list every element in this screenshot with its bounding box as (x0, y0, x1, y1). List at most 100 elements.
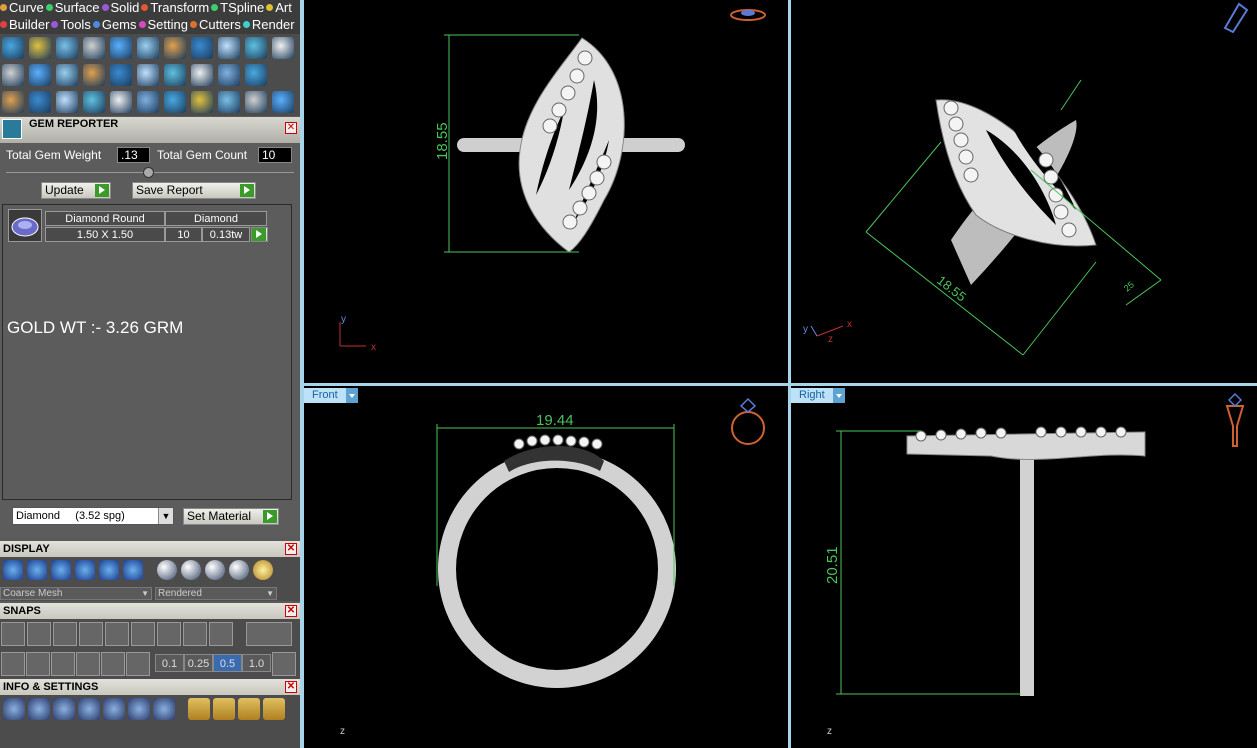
viewport-perspective[interactable]: 18.55 25 y z x (791, 0, 1257, 383)
gem-icon[interactable] (191, 37, 213, 59)
metal-sphere-icon[interactable] (157, 560, 177, 580)
view-top-icon[interactable] (730, 9, 766, 21)
frame-icon[interactable] (123, 560, 143, 580)
scale-icon[interactable] (164, 91, 186, 113)
menu-item-render[interactable]: Render (242, 17, 295, 32)
document-icon[interactable] (103, 698, 125, 720)
view-perspective-icon[interactable] (1223, 2, 1249, 34)
knife-icon[interactable] (137, 64, 159, 86)
splitter-knob-icon[interactable] (143, 167, 154, 178)
cube-icon[interactable] (2, 91, 24, 113)
gold-sphere-icon[interactable] (253, 560, 273, 580)
pen-icon[interactable] (218, 37, 240, 59)
material-select[interactable]: Diamond (3.52 spg) ▼ (12, 507, 174, 525)
chevron-down-icon[interactable]: ▼ (141, 588, 149, 599)
snap-increment-option[interactable]: 0.5 (213, 654, 242, 672)
ring-icon[interactable] (245, 37, 267, 59)
snap-perp-icon[interactable] (105, 622, 129, 646)
halo-icon[interactable] (191, 64, 213, 86)
rotate-icon[interactable] (137, 91, 159, 113)
render-mode-select[interactable]: Rendered ▼ (155, 587, 277, 600)
view-front-icon[interactable] (731, 397, 765, 445)
snap-increment-option[interactable]: 0.1 (155, 654, 184, 672)
ortho-toggle-icon[interactable] (246, 622, 292, 646)
box-icon[interactable] (26, 652, 50, 676)
close-icon[interactable]: ✕ (285, 122, 297, 134)
osnap-icon[interactable] (1, 652, 25, 676)
snap-curve-icon[interactable] (27, 622, 51, 646)
sphere-purple-icon[interactable] (75, 560, 95, 580)
snap-quad-icon[interactable] (157, 622, 181, 646)
close-icon[interactable]: ✕ (285, 543, 297, 555)
menu-item-curve[interactable]: Curve (0, 0, 44, 15)
menu-item-tspline[interactable]: TSpline (211, 0, 264, 15)
menu-item-surface[interactable]: Surface (45, 0, 100, 15)
curve-icon[interactable] (56, 91, 78, 113)
page-icon[interactable] (110, 64, 132, 86)
edit-icon[interactable] (128, 698, 150, 720)
beads-icon[interactable] (245, 64, 267, 86)
snap-increment-option[interactable]: 1.0 (242, 654, 271, 672)
snap-center-icon[interactable] (131, 622, 155, 646)
save-report-button[interactable]: Save Report (132, 182, 256, 199)
wire-sphere-icon[interactable] (229, 560, 249, 580)
menu-item-builder[interactable]: Builder (0, 17, 49, 32)
window-icon[interactable] (213, 698, 235, 720)
mesh-select[interactable]: Coarse Mesh ▼ (0, 587, 152, 600)
arc-tool-icon[interactable] (29, 37, 51, 59)
menu-item-setting[interactable]: Setting (138, 17, 188, 32)
close-icon[interactable]: ✕ (285, 605, 297, 617)
snap-end-icon[interactable] (1, 622, 25, 646)
snap-near-icon[interactable] (209, 622, 233, 646)
grid-snap-icon[interactable] (272, 652, 296, 676)
snap-grid-icon[interactable] (53, 622, 77, 646)
gem-drop-icon[interactable] (164, 37, 186, 59)
sphere-blue-icon[interactable] (51, 560, 71, 580)
gem-purple-icon[interactable] (153, 698, 175, 720)
total-gem-count-field[interactable]: 10 (258, 147, 292, 163)
menu-item-solid[interactable]: Solid (101, 0, 139, 15)
layers-icon[interactable] (53, 698, 75, 720)
circle-icon[interactable] (272, 91, 294, 113)
lock-icon[interactable] (56, 37, 78, 59)
gem-detail-button[interactable] (251, 227, 268, 242)
viewport-right[interactable]: Right 20.51 z (791, 386, 1257, 748)
measure-icon[interactable] (51, 652, 75, 676)
menu-item-cutters[interactable]: Cutters (189, 17, 241, 32)
total-gem-weight-field[interactable]: .13 (117, 147, 150, 163)
move-icon[interactable] (110, 91, 132, 113)
viewport-top[interactable]: 18.55 y x (304, 0, 788, 383)
close-icon[interactable]: ✕ (285, 681, 297, 693)
view-right-icon[interactable] (1225, 392, 1245, 447)
window-icon[interactable] (263, 698, 285, 720)
brush-icon[interactable] (188, 698, 210, 720)
dark-sphere-icon[interactable] (181, 560, 201, 580)
dot-grid-icon[interactable] (76, 652, 100, 676)
link-icon[interactable] (191, 91, 213, 113)
snap-increment-option[interactable]: 0.25 (184, 654, 213, 672)
settings-icon[interactable] (3, 698, 25, 720)
toggle-icon[interactable] (272, 37, 294, 59)
split-icon[interactable] (218, 91, 240, 113)
glossy-sphere-icon[interactable] (205, 560, 225, 580)
search-icon[interactable] (28, 698, 50, 720)
diamond-icon[interactable] (29, 64, 51, 86)
grid-icon[interactable] (218, 64, 240, 86)
chevron-down-icon[interactable]: ▼ (158, 508, 173, 524)
gem-list-item[interactable]: Diamond Round Diamond 1.50 X 1.50 10 0.1… (8, 209, 270, 242)
texture-icon[interactable] (99, 560, 119, 580)
update-button[interactable]: Update (41, 182, 111, 199)
lock-icon[interactable] (110, 37, 132, 59)
set-material-button[interactable]: Set Material (183, 508, 279, 525)
snap-mid-icon[interactable] (183, 622, 207, 646)
surface-tool-icon[interactable] (2, 64, 24, 86)
gem-cluster-icon[interactable] (137, 37, 159, 59)
menu-item-tools[interactable]: Tools (51, 17, 91, 32)
window-icon[interactable] (238, 698, 260, 720)
book-icon[interactable] (56, 64, 78, 86)
arc-icon[interactable] (29, 91, 51, 113)
grid-icon[interactable] (3, 560, 23, 580)
mirror-icon[interactable] (83, 91, 105, 113)
magnet-icon[interactable] (126, 652, 150, 676)
viewport-front[interactable]: Front 19.44 z (304, 386, 788, 748)
